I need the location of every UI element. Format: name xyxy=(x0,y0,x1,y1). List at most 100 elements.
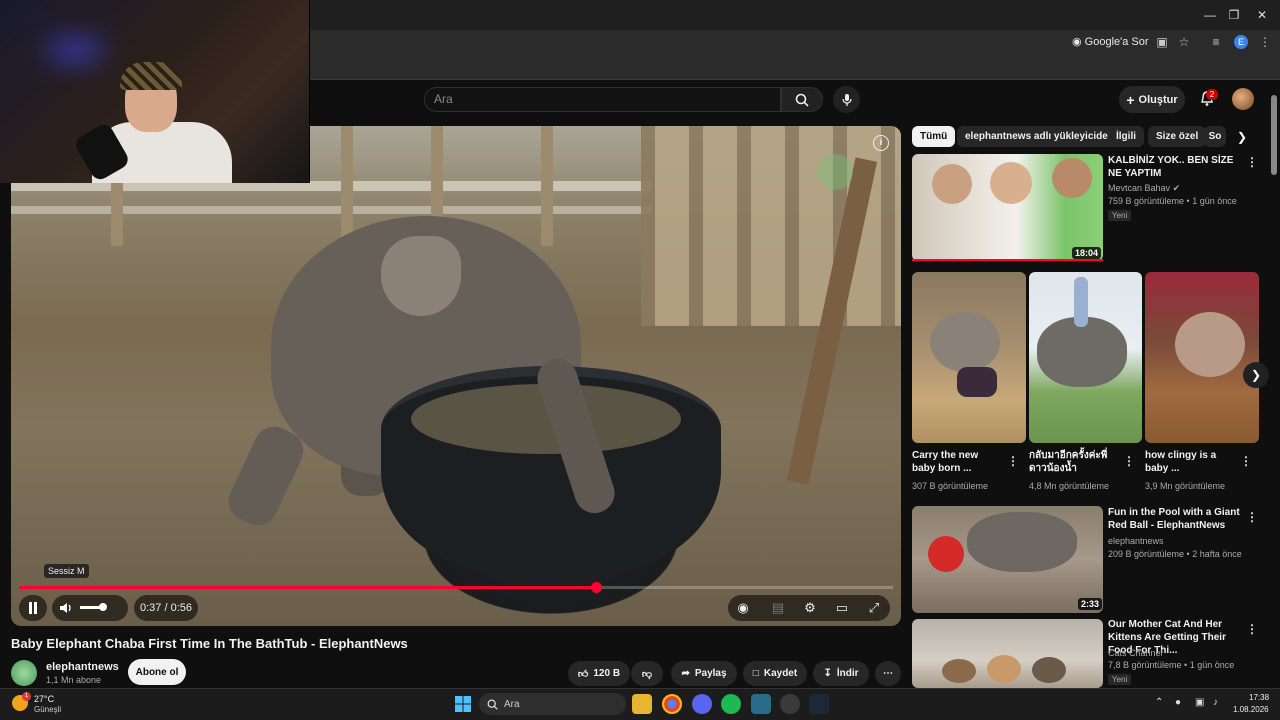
thumb-elephant xyxy=(967,512,1077,572)
tray-microphone-icon[interactable]: ● xyxy=(1175,697,1181,708)
weather-badge: 1 xyxy=(22,692,31,701)
chip-for-you[interactable]: Size özel xyxy=(1148,126,1207,147)
channel-avatar[interactable] xyxy=(11,660,37,686)
subtitles-icon[interactable]: ▤ xyxy=(768,595,788,621)
weather-condition[interactable]: Güneşli xyxy=(34,705,61,714)
browser-menu-icon[interactable]: ⋮ xyxy=(1256,33,1274,51)
autoplay-toggle-icon[interactable]: ◉ xyxy=(734,595,752,621)
like-count: 120 B xyxy=(593,668,621,679)
short-thumbnail[interactable] xyxy=(1145,272,1259,443)
channel-name[interactable]: elephantnews xyxy=(46,661,119,673)
thumb-elephant xyxy=(1175,312,1245,377)
video-player[interactable] xyxy=(11,126,901,626)
save-button[interactable]: □ Kaydet xyxy=(743,661,807,686)
progress-scrubber[interactable] xyxy=(591,582,602,593)
chip-from-channel[interactable]: elephantnews adlı yükleyiciden xyxy=(957,126,1122,147)
tray-volume-icon[interactable]: ♪ xyxy=(1213,697,1218,708)
download-icon: ↧ xyxy=(823,668,832,679)
google-lens-icon: ◉ xyxy=(1072,36,1082,48)
tray-chevron-up-icon[interactable]: ⌃ xyxy=(1155,697,1163,708)
video-thumbnail[interactable]: 18:04 xyxy=(912,154,1103,261)
media-control-icon[interactable]: ≡ xyxy=(1207,33,1225,51)
google-ask-button[interactable]: ◉ Google'a Sor xyxy=(1072,33,1149,51)
dislike-button[interactable]: 👎︎ xyxy=(631,661,663,686)
close-icon[interactable]: ✕ xyxy=(1253,6,1271,24)
more-vertical-icon[interactable]: ⋮ xyxy=(1123,454,1135,468)
short-title[interactable]: กลับมาอีกครั้งค่ะพี่ดาวน้องน้ำ xyxy=(1029,449,1121,475)
volume-icon[interactable] xyxy=(59,602,73,614)
thumb-person xyxy=(990,162,1032,204)
short-views: 3,9 Mn görüntüleme xyxy=(1145,481,1226,491)
maximize-icon[interactable]: ❐ xyxy=(1225,6,1243,24)
search-button[interactable] xyxy=(781,87,823,112)
video-channel-name[interactable]: elephantnews xyxy=(1108,536,1164,546)
spotify-icon[interactable] xyxy=(721,694,741,714)
theater-mode-icon[interactable]: ▭ xyxy=(832,595,852,621)
bookmark-star-icon[interactable]: ☆ xyxy=(1175,33,1193,51)
video-title-link[interactable]: KALBİNİZ YOK.. BEN SİZE NE YAPTIM xyxy=(1108,154,1238,180)
watched-progress xyxy=(912,259,1103,261)
settings-gear-icon[interactable]: ⚙ xyxy=(800,595,820,621)
more-vertical-icon[interactable]: ⋮ xyxy=(1240,454,1252,468)
chrome-icon[interactable] xyxy=(662,694,682,714)
more-vertical-icon[interactable]: ⋮ xyxy=(1246,155,1258,169)
time-display: 0:37 / 0:56 xyxy=(134,595,198,621)
more-vertical-icon[interactable]: ⋮ xyxy=(1007,454,1019,468)
notification-count-badge: 2 xyxy=(1206,89,1218,100)
fullscreen-icon[interactable]: ⤢ xyxy=(864,595,884,621)
google-ask-label: Google'a Sor xyxy=(1084,36,1149,48)
user-avatar[interactable] xyxy=(1232,88,1254,110)
short-thumbnail[interactable] xyxy=(1029,272,1142,443)
shorts-next-button[interactable]: ❯ xyxy=(1243,362,1269,388)
obs-icon[interactable] xyxy=(780,694,800,714)
volume-slider-knob[interactable] xyxy=(99,603,107,611)
short-title[interactable]: Carry the new baby born ... xyxy=(912,449,1004,475)
like-button[interactable]: 👍︎ 120 B xyxy=(568,661,630,686)
pause-icon xyxy=(29,602,37,614)
discord-icon[interactable] xyxy=(692,694,712,714)
create-button[interactable]: + Oluştur xyxy=(1119,86,1185,113)
minimize-icon[interactable]: — xyxy=(1201,6,1219,24)
chip-related[interactable]: İlgili xyxy=(1108,126,1144,147)
more-vertical-icon[interactable]: ⋮ xyxy=(1246,510,1258,524)
chip-all[interactable]: Tümü xyxy=(912,126,956,147)
video-thumbnail[interactable]: 2:33 xyxy=(912,506,1103,613)
browser-profile-avatar[interactable]: E xyxy=(1234,35,1248,49)
more-vertical-icon[interactable]: ⋮ xyxy=(1246,622,1258,636)
app-icon[interactable] xyxy=(751,694,771,714)
download-button[interactable]: ↧ İndir xyxy=(813,661,869,686)
tray-monitor-icon[interactable]: ▣ xyxy=(1195,697,1204,708)
scene-fence-post xyxy=(341,126,353,246)
share-arrow-icon: ➦ xyxy=(681,668,690,679)
weather-temperature[interactable]: 27°C xyxy=(34,694,54,704)
video-title-link[interactable]: Fun in the Pool with a Giant Red Ball - … xyxy=(1108,506,1244,532)
clock-time[interactable]: 17:38 xyxy=(1249,693,1269,702)
install-app-icon[interactable]: ▣ xyxy=(1153,33,1171,51)
short-title[interactable]: how clingy is a baby ... xyxy=(1145,449,1237,475)
steam-icon[interactable] xyxy=(809,694,829,714)
chip-more[interactable]: So xyxy=(1204,126,1226,147)
video-meta: 759 B görüntüleme • 1 gün önce xyxy=(1108,196,1237,206)
subscribe-button[interactable]: Abone ol xyxy=(128,659,186,685)
clock-date[interactable]: 1.08.2026 xyxy=(1233,705,1269,714)
microphone-icon xyxy=(841,93,852,106)
short-views: 307 B görüntüleme xyxy=(912,481,989,491)
pause-button[interactable] xyxy=(19,595,47,621)
windows-start-icon[interactable] xyxy=(455,696,471,712)
file-explorer-icon[interactable] xyxy=(632,694,652,714)
voice-search-button[interactable] xyxy=(833,86,860,113)
scene-fence-post xyxy=(541,126,553,246)
more-actions-button[interactable]: ⋯ xyxy=(875,661,901,686)
video-channel[interactable]: Mevtcan Bahav ✔ xyxy=(1108,183,1180,194)
search-input[interactable] xyxy=(424,87,781,112)
video-channel-name[interactable]: Cats Channel xyxy=(1108,648,1163,658)
video-thumbnail[interactable] xyxy=(912,619,1103,688)
channel-watermark-logo xyxy=(817,154,853,190)
info-icon[interactable]: i xyxy=(873,135,889,151)
taskbar-search-box[interactable]: Ara xyxy=(479,693,626,715)
taskbar-search-label: Ara xyxy=(504,698,520,710)
page-scrollbar[interactable] xyxy=(1271,95,1277,175)
share-button[interactable]: ➦ Paylaş xyxy=(671,661,737,686)
short-thumbnail[interactable] xyxy=(912,272,1026,443)
chips-next-icon[interactable]: ❯ xyxy=(1232,127,1252,147)
